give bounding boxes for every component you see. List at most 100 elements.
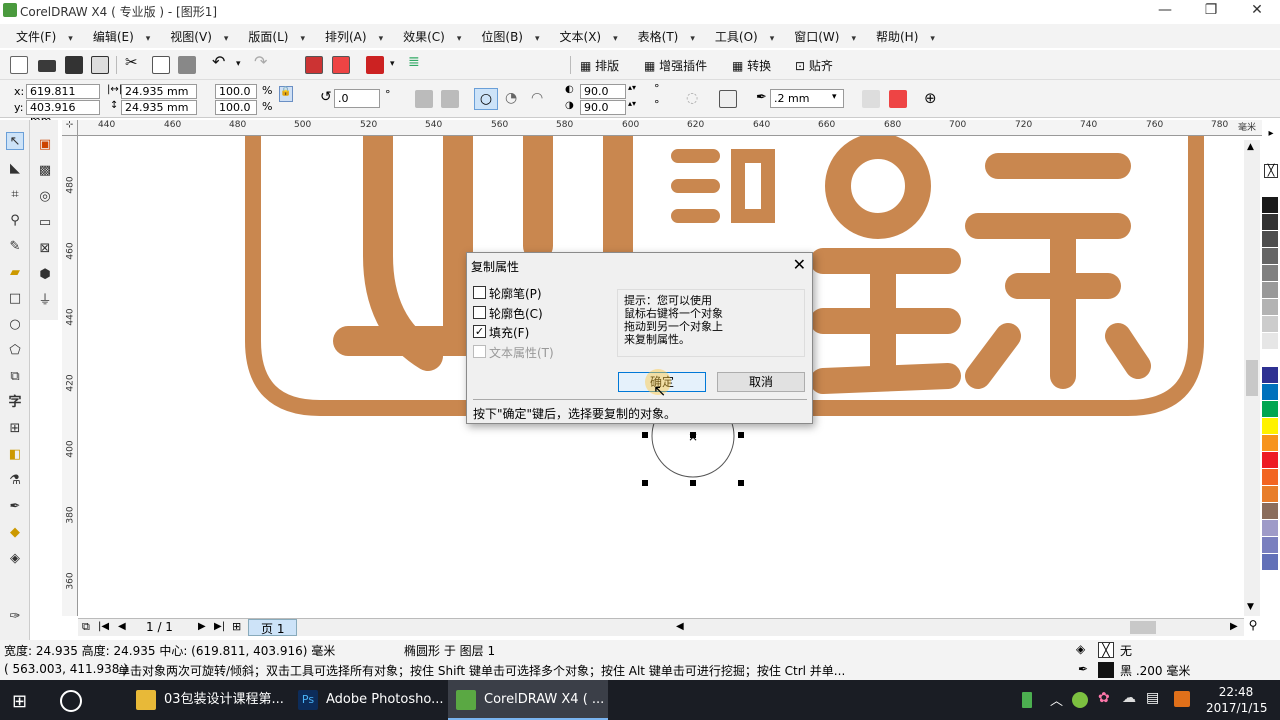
plugin-enhance-button[interactable]: ▦ 增强插件 <box>644 57 707 74</box>
wrap-text-icon[interactable] <box>719 90 737 108</box>
palette-swatch[interactable] <box>1262 435 1278 452</box>
menu-arrange[interactable]: 排列(A) <box>315 28 393 45</box>
scroll-right-icon[interactable]: ▶ <box>1230 621 1238 632</box>
zoom-tool-icon[interactable]: ⚲ <box>6 212 24 230</box>
task-view-icon[interactable] <box>60 690 82 712</box>
palette-swatch[interactable] <box>1262 452 1278 469</box>
outline-tool-icon[interactable]: ✒ <box>6 498 24 516</box>
palette-swatch[interactable] <box>1262 197 1278 214</box>
menu-tools[interactable]: 工具(O) <box>705 28 784 45</box>
ellipse-tool-icon[interactable]: ○ <box>6 316 24 334</box>
fill-tool-icon[interactable]: ◆ <box>6 524 24 542</box>
palette-swatch[interactable] <box>1262 486 1278 503</box>
export-icon[interactable] <box>332 56 350 74</box>
plugin-typesetting-button[interactable]: ▦ 排版 <box>580 57 619 74</box>
palette-swatch[interactable] <box>1262 554 1278 571</box>
fill-none-swatch[interactable]: ╳ <box>1098 642 1114 658</box>
table-tool-icon[interactable]: ⊞ <box>6 420 24 438</box>
to-front-icon[interactable] <box>862 90 880 108</box>
outline-width-dropdown-icon[interactable]: ▾ <box>832 92 837 102</box>
text-tool-icon[interactable]: 字 <box>6 394 24 412</box>
print-icon[interactable] <box>91 56 109 74</box>
transparency-tool-icon[interactable]: ⏚ <box>36 292 54 310</box>
palette-swatch[interactable] <box>1262 180 1278 197</box>
smart-fill-tool-icon[interactable]: ▰ <box>6 264 24 282</box>
interactive-blend-tool-icon[interactable]: ◧ <box>6 446 24 464</box>
page-options-icon[interactable]: ⧉ <box>82 620 90 634</box>
pie-mode-icon[interactable]: ◔ <box>505 90 517 106</box>
taskbar-photoshop[interactable]: Ps Adobe Photosho... <box>290 680 443 720</box>
x-position-field[interactable]: 619.811 mm <box>26 84 100 111</box>
close-button[interactable]: ✕ <box>1234 0 1280 22</box>
palette-swatch[interactable] <box>1262 299 1278 316</box>
windows-start-icon[interactable]: ⊞ <box>12 691 27 712</box>
welcome-screen-icon[interactable]: ≣ <box>408 54 420 70</box>
selection-handle[interactable] <box>642 432 648 438</box>
palette-swatch[interactable] <box>1262 503 1278 520</box>
vertical-scrollbar[interactable]: ▲ ▼ <box>1244 140 1260 616</box>
convert-to-curves-icon[interactable]: ⊕ <box>924 89 937 107</box>
taskbar-clock[interactable]: 22:48 2017/1/15 <box>1206 684 1268 716</box>
tray-cloud-icon[interactable]: ☁ <box>1122 690 1136 706</box>
plugin-convert-button[interactable]: ▦ 转换 <box>732 57 771 74</box>
taskbar-coreldraw[interactable]: CorelDRAW X4 ( ... <box>448 680 608 720</box>
redo-icon[interactable]: ↷ <box>254 52 267 71</box>
tray-flower-icon[interactable]: ✿ <box>1098 690 1110 706</box>
menu-help[interactable]: 帮助(H) <box>866 28 945 45</box>
tray-app-icon[interactable] <box>1072 692 1088 708</box>
object-manager-icon[interactable]: ▣ <box>36 136 54 154</box>
start-angle-field[interactable]: 90.0 <box>580 84 626 99</box>
outline-color-swatch[interactable] <box>1098 662 1114 678</box>
save-icon[interactable] <box>65 56 83 74</box>
crop-tool-icon[interactable]: ⌗ <box>6 186 24 204</box>
palette-swatch[interactable] <box>1262 469 1278 486</box>
tray-message-icon[interactable]: ▤ <box>1146 690 1159 706</box>
navigator-zoom-icon[interactable]: ⚲ <box>1244 618 1262 636</box>
palette-swatch[interactable] <box>1262 248 1278 265</box>
cut-icon[interactable]: ✂ <box>125 53 138 71</box>
horizontal-scroll-thumb[interactable] <box>1130 621 1156 634</box>
polygon-tool-icon[interactable]: ⬠ <box>6 342 24 360</box>
eyedropper-tool-icon[interactable]: ⚗ <box>6 472 24 490</box>
basic-shapes-tool-icon[interactable]: ⧉ <box>6 368 24 386</box>
end-angle-spinner-icon[interactable]: ▴▾ <box>628 99 636 108</box>
import-icon[interactable] <box>305 56 323 74</box>
next-page-icon[interactable]: ▶ <box>198 621 206 632</box>
cancel-button[interactable]: 取消 <box>717 372 805 392</box>
rectangle-tool-icon[interactable]: □ <box>6 290 24 308</box>
palette-swatch[interactable] <box>1262 282 1278 299</box>
menu-file[interactable]: 文件(F) <box>6 28 83 45</box>
menu-layout[interactable]: 版面(L) <box>238 28 315 45</box>
palette-swatch[interactable] <box>1262 367 1278 384</box>
palette-swatch[interactable] <box>1262 214 1278 231</box>
rotation-field[interactable]: .0 <box>334 89 380 108</box>
palette-swatch[interactable] <box>1262 316 1278 333</box>
palette-swatch[interactable] <box>1262 401 1278 418</box>
battery-icon[interactable] <box>1022 692 1032 708</box>
fill-checkbox[interactable]: ✓ <box>473 325 486 338</box>
scroll-left-icon[interactable]: ◀ <box>676 621 684 632</box>
scroll-up-icon[interactable]: ▲ <box>1247 142 1254 152</box>
contour-tool-icon[interactable]: ◎ <box>36 188 54 206</box>
taskbar-explorer[interactable]: 03包装设计课程第... <box>128 680 284 720</box>
selection-handle[interactable] <box>642 480 648 486</box>
end-angle-field[interactable]: 90.0 <box>580 100 626 115</box>
copy-icon[interactable] <box>152 56 170 74</box>
menu-effects[interactable]: 效果(C) <box>393 28 471 45</box>
selection-handle[interactable] <box>690 480 696 486</box>
tray-input-method-icon[interactable] <box>1174 691 1190 707</box>
direction-icon[interactable]: ◌ <box>686 90 698 106</box>
pick-tool-icon[interactable]: ↖ <box>6 132 24 150</box>
plugin-snap-button[interactable]: ⊡ 贴齐 <box>795 57 833 74</box>
mirror-vertical-icon[interactable] <box>441 90 459 108</box>
outline-pen-checkbox[interactable] <box>473 286 486 299</box>
height-field[interactable]: 24.935 mm <box>121 100 197 115</box>
previous-page-icon[interactable]: ◀ <box>118 621 126 632</box>
shape-tool-icon[interactable]: ◣ <box>6 160 24 178</box>
y-position-field[interactable]: 403.916 mm <box>26 100 100 127</box>
palette-swatch[interactable] <box>1262 231 1278 248</box>
mirror-horizontal-icon[interactable] <box>415 90 433 108</box>
arc-mode-icon[interactable]: ◠ <box>531 90 543 106</box>
pen-tool-icon[interactable]: ✑ <box>6 608 24 626</box>
add-page-icon[interactable]: ⊞ <box>232 620 241 633</box>
